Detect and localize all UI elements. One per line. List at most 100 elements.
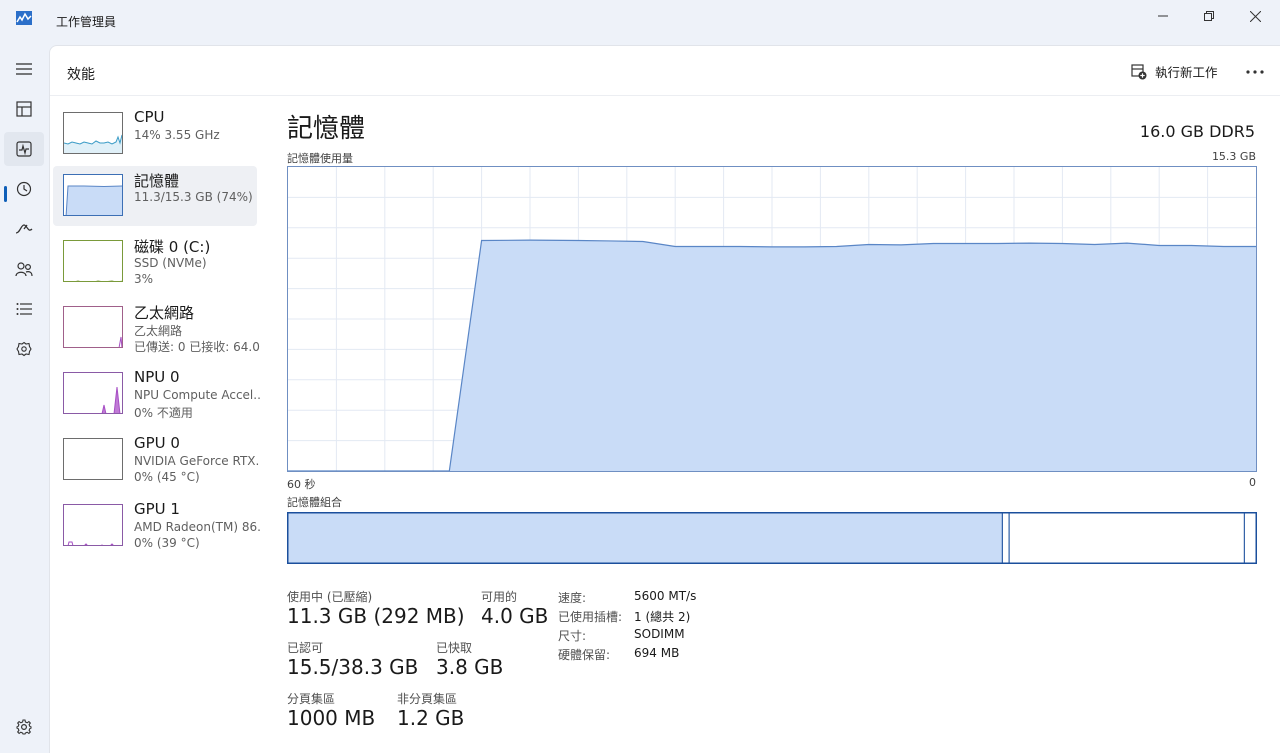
detail-title: 記憶體 xyxy=(287,114,366,144)
resource-subtitle: 14% 3.55 GHz xyxy=(134,128,220,142)
task-manager-app-icon xyxy=(16,10,32,25)
memory-usage-chart-svg xyxy=(287,167,1257,472)
resource-title: CPU xyxy=(134,108,165,126)
in-use-value: 11.3 GB (292 MB) xyxy=(287,604,465,628)
committed-value: 15.5/38.3 GB xyxy=(287,655,419,679)
gpu-1-thumbnail-graph xyxy=(63,504,123,546)
resource-throughput: 已傳送: 0 已接收: 64.0 xyxy=(134,340,260,354)
close-button[interactable] xyxy=(1232,0,1278,32)
hardware-reserved-value: 694 MB xyxy=(634,646,680,660)
usage-chart-max-label: 15.3 GB xyxy=(1211,150,1256,163)
run-new-task-label: 執行新工作 xyxy=(1155,65,1218,80)
slots-used-key: 已使用插槽: xyxy=(558,610,623,624)
restore-button[interactable] xyxy=(1186,0,1232,32)
minimize-icon xyxy=(1158,15,1168,17)
nav-services[interactable] xyxy=(4,332,44,366)
resource-subtitle: NVIDIA GeForce RTX... xyxy=(134,454,260,468)
menu-button[interactable] xyxy=(4,52,44,86)
minimize-button[interactable] xyxy=(1140,0,1186,32)
resource-item-disk[interactable]: 磁碟 0 (C:) SSD (NVMe) 3% xyxy=(53,232,257,292)
resource-title: 磁碟 0 (C:) xyxy=(134,238,211,256)
run-new-task-button[interactable]: 執行新工作 xyxy=(1131,62,1218,81)
nav-settings[interactable] xyxy=(4,710,44,744)
nav-startup-apps[interactable] xyxy=(4,212,44,246)
resource-item-npu[interactable]: NPU 0 NPU Compute Accel... 0% 不適用 xyxy=(53,364,260,424)
composition-modified-segment[interactable] xyxy=(1001,512,1010,564)
paged-pool-value: 1000 MB xyxy=(287,706,376,730)
navigation-rail xyxy=(0,44,48,753)
resource-title: 乙太網路 xyxy=(134,304,195,322)
resource-usage: 3% xyxy=(134,272,154,286)
composition-free-segment[interactable] xyxy=(1243,512,1257,564)
resource-subtitle: NPU Compute Accel... xyxy=(134,388,260,402)
chart-time-end-label: 0 xyxy=(1249,476,1256,489)
chart-time-start-label: 60 秒 xyxy=(287,478,316,491)
speed-key: 速度: xyxy=(558,591,587,605)
nav-processes[interactable] xyxy=(4,92,44,126)
in-use-label: 使用中 (已壓縮) xyxy=(287,590,373,604)
resource-item-ethernet[interactable]: 乙太網路 乙太網路 已傳送: 0 已接收: 64.0 xyxy=(53,298,260,358)
form-factor-value: SODIMM xyxy=(634,627,685,641)
available-label: 可用的 xyxy=(481,590,518,604)
memory-composition-svg xyxy=(287,512,1257,564)
memory-spec: 16.0 GB DDR5 xyxy=(1139,122,1255,141)
close-icon xyxy=(1249,10,1261,22)
resource-usage: 0% (45 °C) xyxy=(134,470,200,484)
gpu-0-thumbnail-graph xyxy=(63,438,123,480)
resource-item-gpu-1[interactable]: GPU 1 AMD Radeon(TM) 86... 0% (39 °C) xyxy=(53,496,260,556)
speed-value: 5600 MT/s xyxy=(634,589,697,603)
nav-performance[interactable] xyxy=(4,132,44,166)
resource-usage: 0% (39 °C) xyxy=(134,536,200,550)
slots-used-value: 1 (總共 2) xyxy=(634,610,691,624)
usage-chart-label: 記憶體使用量 xyxy=(287,152,353,165)
more-options-button[interactable] xyxy=(1243,60,1267,84)
resource-item-memory[interactable]: 記憶體 11.3/15.3 GB (74%) xyxy=(53,166,257,226)
details-icon xyxy=(16,303,32,315)
cpu-thumbnail-graph xyxy=(63,112,123,154)
composition-label: 記憶體組合 xyxy=(287,496,342,509)
composition-in-use-segment[interactable] xyxy=(287,512,1003,564)
users-icon xyxy=(15,262,33,277)
available-value: 4.0 GB xyxy=(481,604,549,628)
more-options-icon xyxy=(1246,70,1264,74)
resource-usage: 0% 不適用 xyxy=(134,406,193,420)
memory-usage-chart xyxy=(287,166,1257,472)
cached-label: 已快取 xyxy=(436,641,473,655)
restore-icon xyxy=(1204,11,1214,21)
resource-subtitle: AMD Radeon(TM) 86... xyxy=(134,520,260,534)
resource-subtitle: SSD (NVMe) xyxy=(134,256,207,270)
startup-apps-icon xyxy=(15,224,33,234)
disk-thumbnail-graph xyxy=(63,240,123,282)
run-new-task-icon xyxy=(1131,63,1147,79)
resource-title: GPU 0 xyxy=(134,434,180,452)
title-bar: 工作管理員 xyxy=(0,0,1280,44)
main-panel: 效能 執行新工作 CPU 14% 3.55 GHz 記憶體 11.3/15.3 … xyxy=(49,45,1280,753)
hardware-reserved-key: 硬體保留: xyxy=(558,648,611,662)
cached-value: 3.8 GB xyxy=(436,655,504,679)
resource-subtitle: 11.3/15.3 GB (74%) xyxy=(134,190,253,204)
non-paged-pool-value: 1.2 GB xyxy=(397,706,465,730)
app-history-icon xyxy=(16,181,32,197)
resource-title: GPU 1 xyxy=(134,500,180,518)
resource-title: 記憶體 xyxy=(134,172,180,190)
resource-item-cpu[interactable]: CPU 14% 3.55 GHz xyxy=(53,104,257,164)
nav-users[interactable] xyxy=(4,252,44,286)
npu-thumbnail-graph xyxy=(63,372,123,414)
nav-app-history[interactable] xyxy=(4,172,44,206)
form-factor-key: 尺寸: xyxy=(558,629,587,643)
nav-details[interactable] xyxy=(4,292,44,326)
services-icon xyxy=(16,341,32,357)
window-title: 工作管理員 xyxy=(56,15,117,29)
paged-pool-label: 分頁集區 xyxy=(287,692,336,706)
resource-title: NPU 0 xyxy=(134,368,180,386)
performance-icon xyxy=(16,141,32,157)
settings-gear-icon xyxy=(16,719,32,735)
resource-subtitle: 乙太網路 xyxy=(134,324,183,338)
resource-item-gpu-0[interactable]: GPU 0 NVIDIA GeForce RTX... 0% (45 °C) xyxy=(53,430,260,490)
memory-composition-bar xyxy=(287,512,1257,564)
non-paged-pool-label: 非分頁集區 xyxy=(397,692,458,706)
composition-standby-segment[interactable] xyxy=(1008,512,1245,564)
committed-label: 已認可 xyxy=(287,641,324,655)
memory-thumbnail-graph xyxy=(63,174,123,216)
processes-icon xyxy=(16,101,32,117)
